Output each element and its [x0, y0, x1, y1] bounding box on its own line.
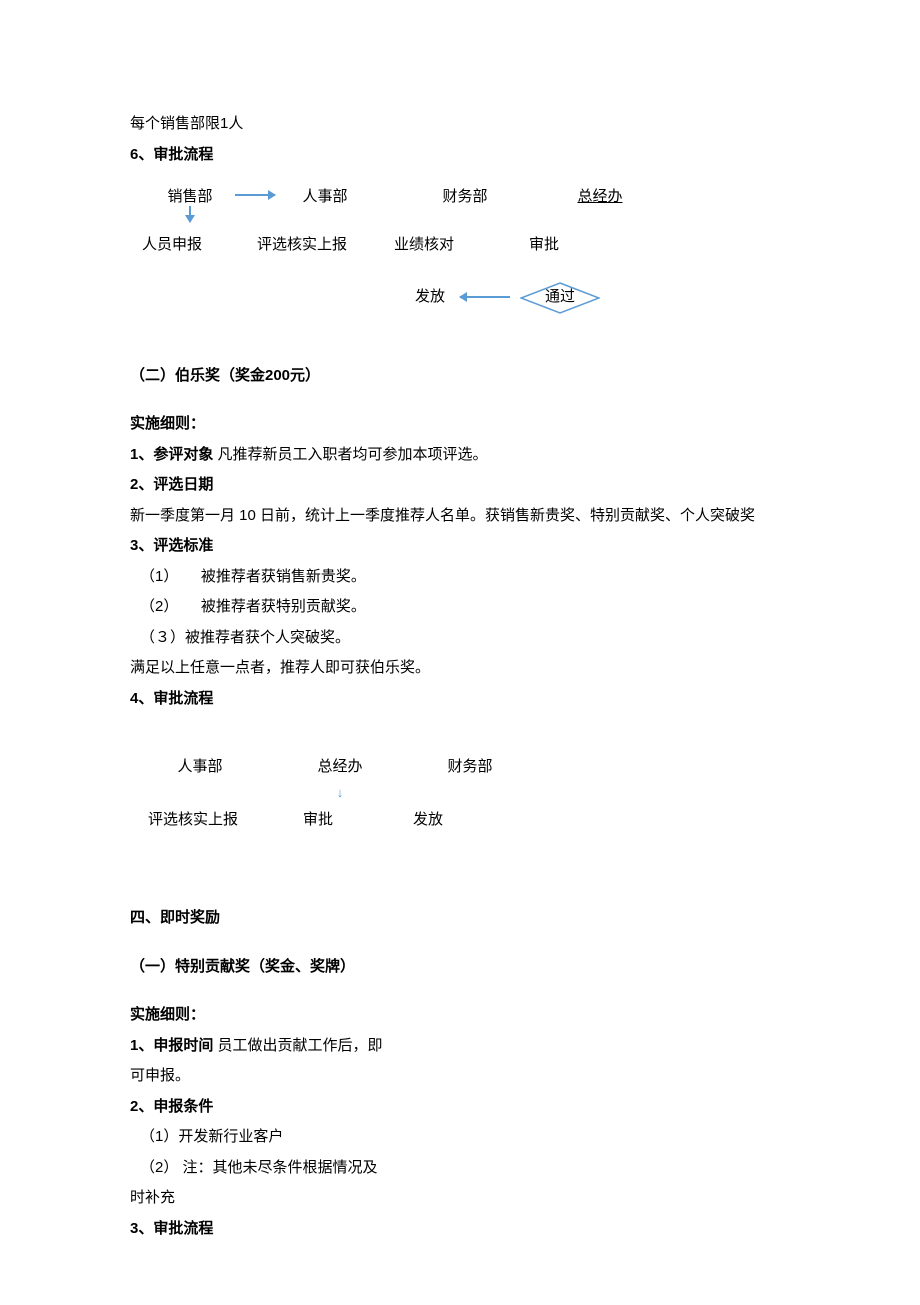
- instant-criteria-2: （2） 注：其他未尽条件根据情况及: [130, 1154, 790, 1183]
- instant-rules-label: 实施细则：: [130, 1001, 790, 1030]
- bole-title: （二）伯乐奖（奖金200元）: [130, 362, 790, 391]
- flow-chart-2: 人事部 总经办 财务部 ↓ 评选核实上报 审批 发放: [150, 753, 790, 834]
- bole-criteria-2: （2） 被推荐者获特别贡献奖。: [130, 593, 790, 622]
- instant-item-2-label: 2、申报条件: [130, 1093, 790, 1122]
- arrow-left-icon: [460, 296, 510, 298]
- flow1-hr: 人事部: [280, 183, 370, 212]
- instant-item-1b: 可申报。: [130, 1062, 790, 1091]
- flow2-finance: 财务部: [430, 753, 510, 782]
- flow1-verify: 业绩核对: [384, 231, 464, 260]
- instant-title: 四、即时奖励: [130, 904, 790, 933]
- flow1-finance: 财务部: [430, 183, 500, 212]
- flow2-hr: 人事部: [150, 753, 250, 782]
- bole-criteria-note: 满足以上任意一点者，推荐人即可获伯乐奖。: [130, 654, 790, 683]
- bole-item-2-label: 2、评选日期: [130, 471, 790, 500]
- flow1-issue: 发放: [400, 283, 460, 312]
- flow2-issue: 发放: [398, 806, 458, 835]
- arrow-down-small-icon: ↓: [300, 781, 380, 806]
- heading-6-approval: 6、审批流程: [130, 141, 790, 170]
- bole-item-1: 1、参评对象 凡推荐新员工入职者均可参加本项评选。: [130, 441, 790, 470]
- instant-criteria-1: （1）开发新行业客户: [130, 1123, 790, 1152]
- bole-item-2-text: 新一季度第一月 10 日前，统计上一季度推荐人名单。获销售新贵奖、特别贡献奖、个…: [130, 502, 790, 531]
- instant-item-3-label: 3、审批流程: [130, 1215, 790, 1244]
- bole-criteria-3: （３）被推荐者获个人突破奖。: [130, 624, 790, 653]
- arrow-down-icon: [189, 206, 191, 222]
- flow2-review: 评选核实上报: [138, 806, 248, 835]
- bole-item-3-label: 3、评选标准: [130, 532, 790, 561]
- flow1-approve: 审批: [514, 231, 574, 260]
- flow2-approve: 审批: [288, 806, 348, 835]
- flow-chart-1: 销售部 人事部 财务部 总经办 人员申报 评选核实上报 业绩核对 审批 发放 通…: [150, 183, 790, 314]
- bole-item-4-label: 4、审批流程: [130, 685, 790, 714]
- arrow-right-icon: [235, 194, 275, 196]
- flow1-review: 评选核实上报: [242, 231, 362, 260]
- flow1-pass-diamond: 通过: [520, 282, 600, 314]
- flow1-apply: 人员申报: [132, 231, 212, 260]
- bole-criteria-1: （1） 被推荐者获销售新贵奖。: [130, 563, 790, 592]
- flow1-gm: 总经办: [560, 183, 640, 212]
- flow2-gm: 总经办: [300, 753, 380, 782]
- instant-criteria-2b: 时补充: [130, 1184, 790, 1213]
- instant-sub: （一）特别贡献奖（奖金、奖牌）: [130, 953, 790, 982]
- instant-item-1: 1、申报时间 员工做出贡献工作后，即: [130, 1032, 790, 1061]
- intro-limit: 每个销售部限1人: [130, 110, 790, 139]
- bole-rules-label: 实施细则：: [130, 410, 790, 439]
